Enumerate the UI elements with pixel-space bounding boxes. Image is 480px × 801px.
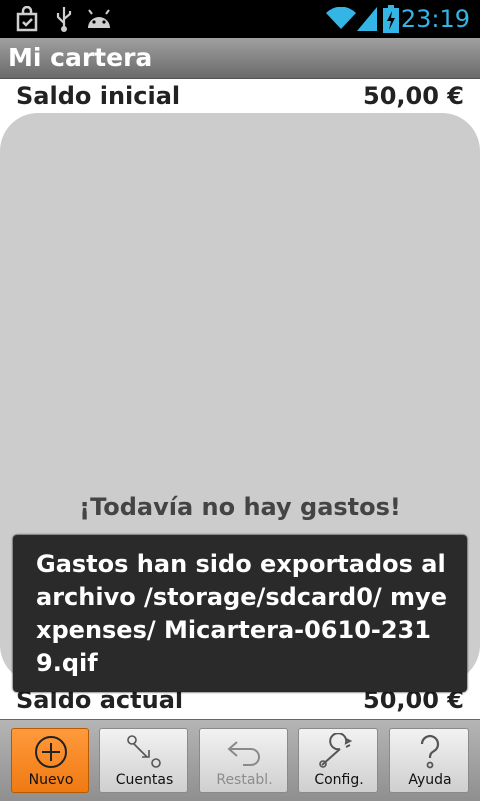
settings-button[interactable]: Config.: [298, 728, 378, 793]
signal-icon: [356, 0, 378, 38]
accounts-label: Cuentas: [115, 772, 174, 788]
shopping-bag-icon: [12, 0, 42, 38]
empty-list-message: ¡Todavía no hay gastos!: [79, 493, 401, 521]
status-bar: 23:19: [0, 0, 480, 38]
help-button[interactable]: Ayuda: [389, 728, 469, 793]
reset-label: Restabl.: [216, 772, 273, 788]
undo-icon: [200, 731, 289, 773]
reset-button[interactable]: Restabl.: [199, 728, 288, 793]
accounts-button[interactable]: Cuentas: [99, 728, 188, 793]
android-icon: [84, 0, 114, 38]
wrench-icon: [299, 731, 379, 773]
title-bar: Mi cartera: [0, 38, 480, 79]
toast-message: Gastos han sido exportados al archivo /s…: [36, 550, 447, 677]
wifi-icon: [324, 0, 358, 38]
add-circle-icon: [12, 731, 90, 773]
settings-label: Config.: [314, 772, 364, 788]
help-label: Ayuda: [408, 772, 452, 788]
initial-balance-value: 50,00 €: [363, 82, 464, 110]
page-title: Mi cartera: [8, 43, 153, 72]
initial-balance-label: Saldo inicial: [16, 82, 181, 110]
usb-icon: [52, 0, 76, 38]
new-expense-button[interactable]: Nuevo: [11, 728, 89, 793]
battery-charging-icon: [382, 0, 400, 38]
accounts-icon: [100, 731, 189, 773]
status-time: 23:19: [400, 5, 470, 33]
help-icon: [390, 731, 470, 773]
initial-balance-row: Saldo inicial 50,00 €: [16, 78, 464, 114]
new-expense-label: Nuevo: [28, 772, 74, 788]
export-toast: Gastos han sido exportados al archivo /s…: [13, 535, 467, 692]
bottom-toolbar: Nuevo Cuentas Restabl. Config. Ayuda: [0, 719, 480, 801]
